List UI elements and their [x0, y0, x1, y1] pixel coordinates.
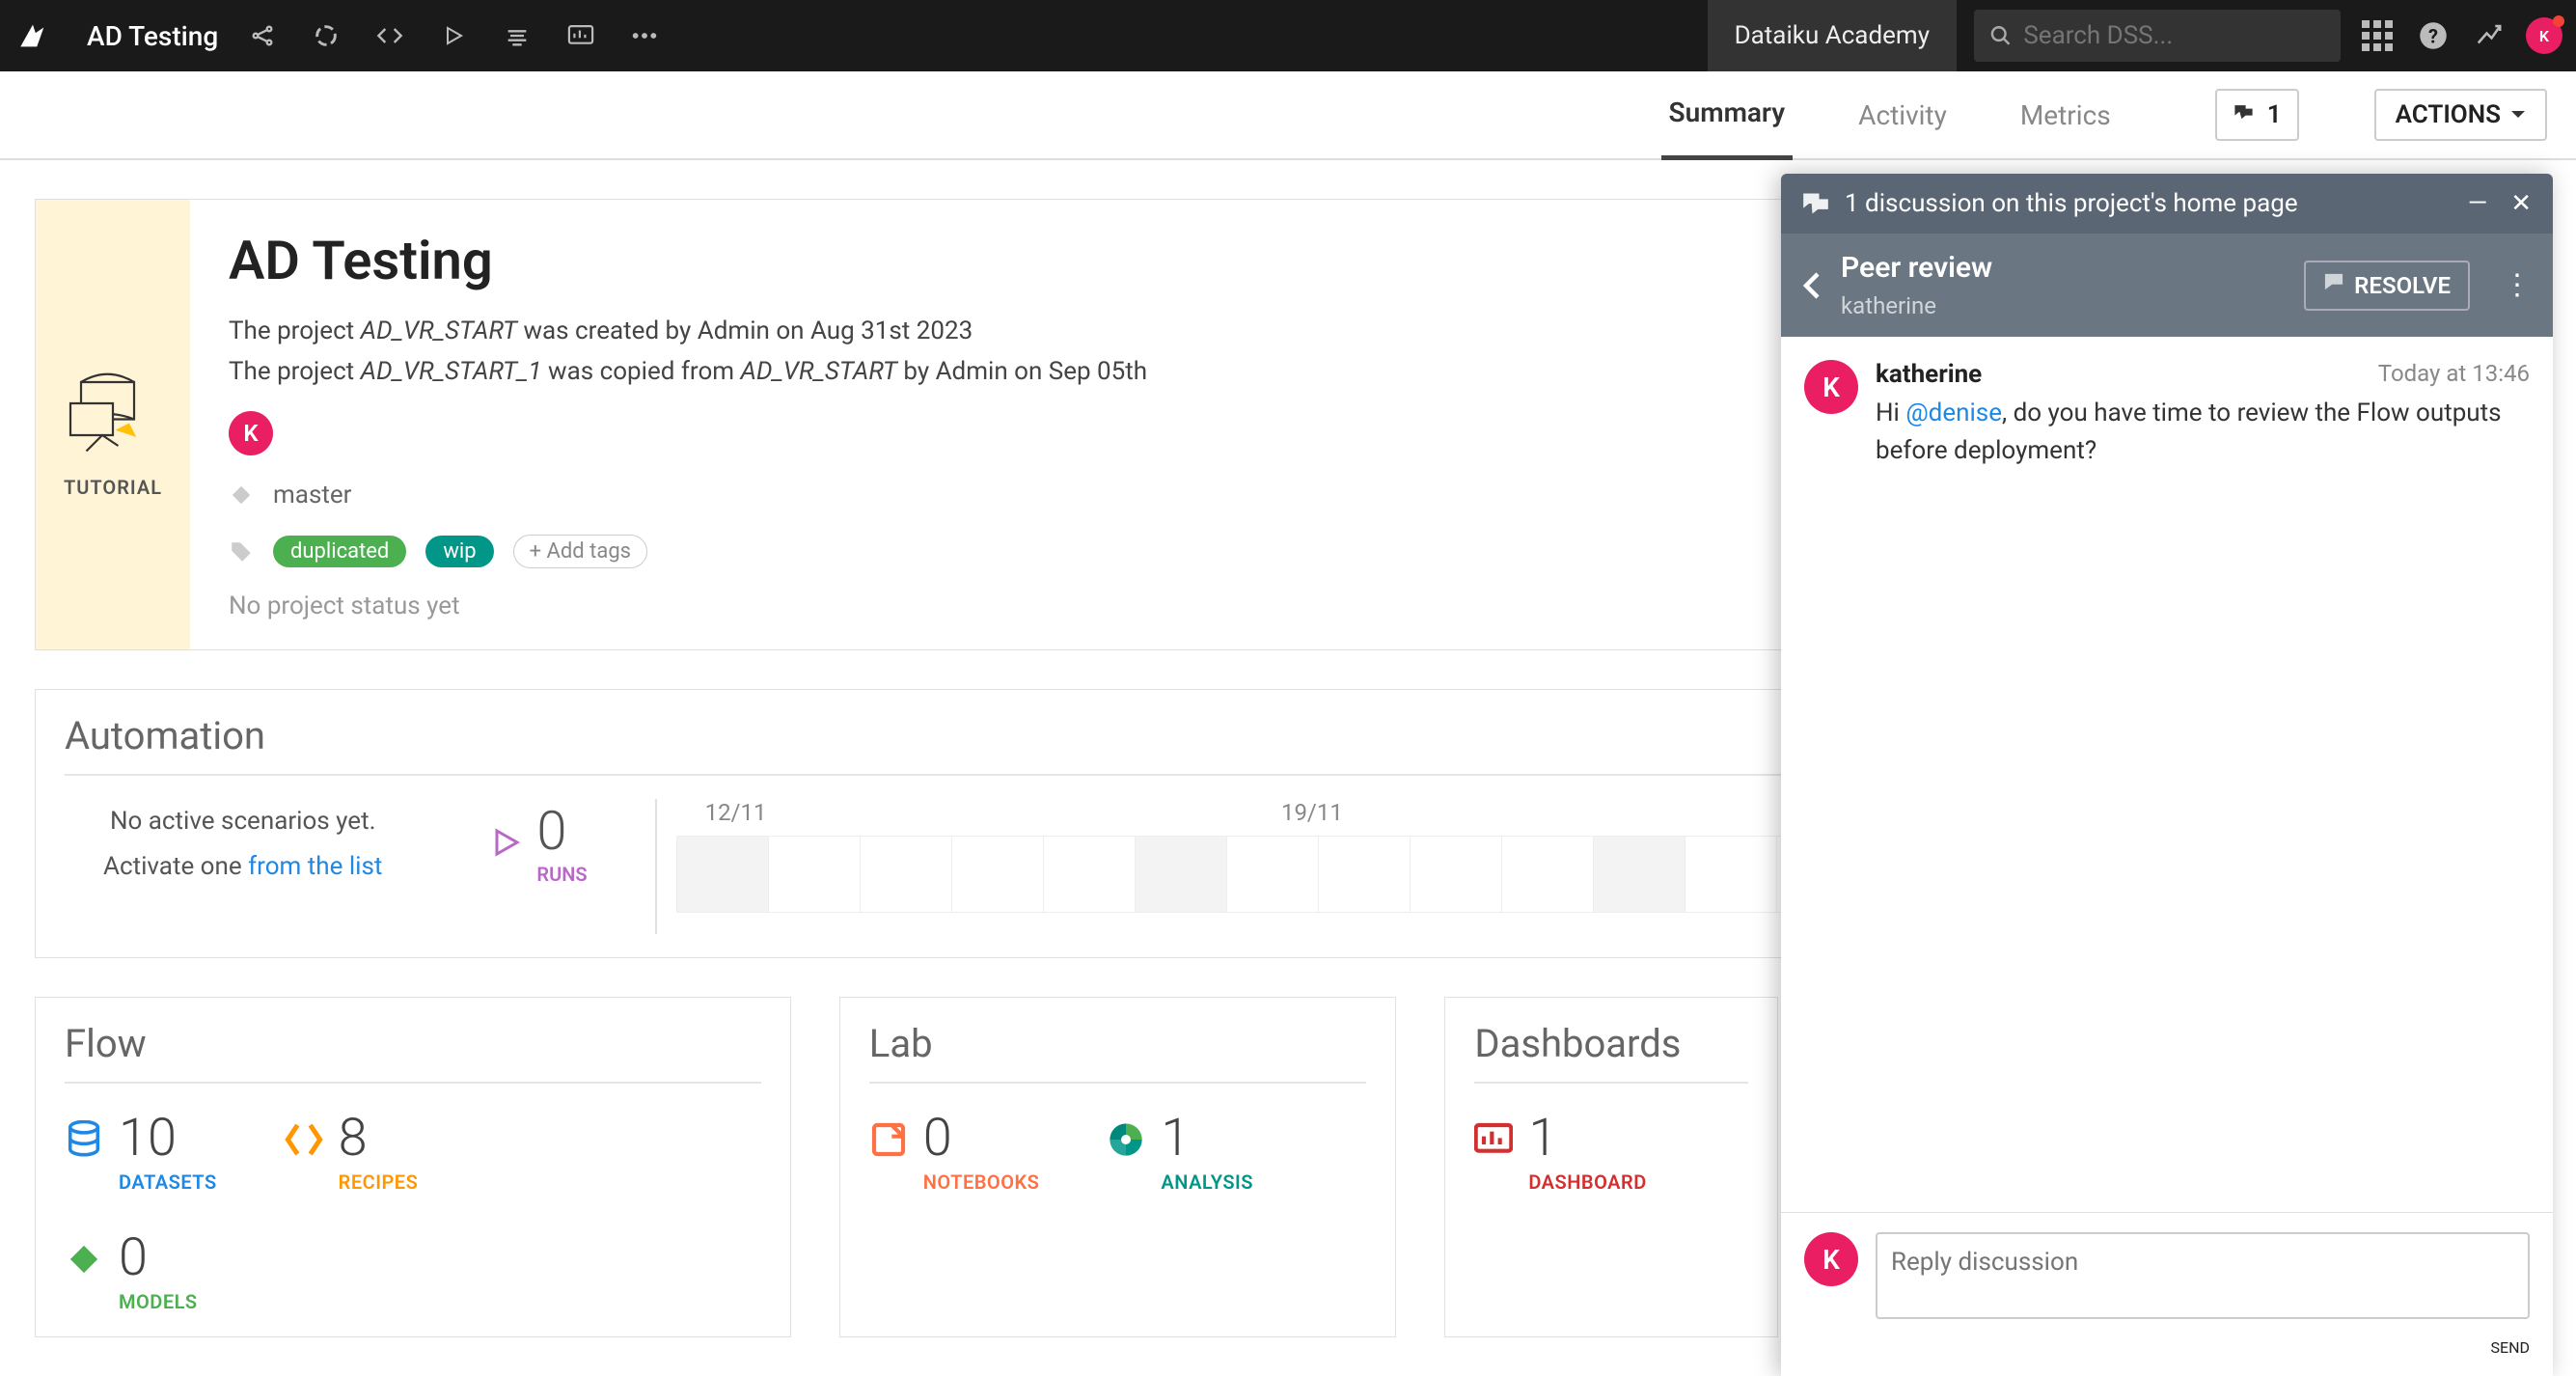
- discussion-title: 1 discussion on this project's home page: [1845, 189, 2298, 218]
- lab-panel: Lab 0NOTEBOOKS 1ANALYSIS: [839, 997, 1397, 1337]
- dashboards-heading: Dashboards: [1474, 1021, 1748, 1084]
- datasets-icon: [65, 1120, 103, 1159]
- dataiku-logo-icon[interactable]: [14, 16, 52, 55]
- tab-activity[interactable]: Activity: [1850, 72, 1955, 158]
- apps-icon[interactable]: [2358, 16, 2397, 55]
- play-outline-icon: [488, 825, 523, 860]
- send-button[interactable]: SEND: [2490, 1338, 2530, 1357]
- user-avatar[interactable]: K: [2526, 17, 2562, 54]
- discussion-panel: 1 discussion on this project's home page…: [1781, 174, 2553, 1376]
- tag-icon: [229, 539, 254, 564]
- actions-button[interactable]: ACTIONS: [2374, 89, 2547, 141]
- chat-icon: [1802, 191, 1829, 216]
- from-list-link[interactable]: from the list: [248, 852, 382, 881]
- tag-wip[interactable]: wip: [425, 536, 493, 567]
- tags-row: duplicated wip + Add tags: [229, 535, 1981, 568]
- play-icon[interactable]: [434, 16, 473, 55]
- stat-notebooks[interactable]: 0NOTEBOOKS: [869, 1113, 1040, 1194]
- runs-counter: 0 RUNS: [459, 799, 616, 886]
- flow-icon[interactable]: [307, 16, 345, 55]
- code-icon[interactable]: [370, 16, 409, 55]
- svg-text:?: ?: [2428, 25, 2438, 48]
- add-tags-button[interactable]: + Add tags: [513, 535, 647, 568]
- more-icon[interactable]: [625, 16, 664, 55]
- recipes-icon: [285, 1120, 323, 1159]
- reply-area: K: [1781, 1212, 2553, 1338]
- project-status: No project status yet: [229, 592, 1981, 620]
- discussion-messages: K katherine Today at 13:46 Hi @denise, d…: [1781, 337, 2553, 1212]
- runs-number: 0: [536, 799, 587, 863]
- top-navbar: AD Testing Dataiku Academy ? K: [0, 0, 2576, 71]
- discussions-button[interactable]: 1: [2215, 89, 2299, 141]
- discussion-header: 1 discussion on this project's home page…: [1781, 174, 2553, 234]
- notebooks-icon: [869, 1120, 908, 1159]
- notification-dot-icon: [2553, 15, 2564, 27]
- global-search[interactable]: [1974, 10, 2341, 62]
- discussions-count: 1: [2267, 100, 2282, 129]
- project-name[interactable]: AD Testing: [87, 20, 218, 52]
- dashboards-panel: Dashboards 1DASHBOARD: [1444, 997, 1778, 1337]
- trend-icon[interactable]: [2470, 16, 2508, 55]
- project-description: The project AD_VR_START was created by A…: [229, 312, 1981, 392]
- flow-panel: Flow 10DATASETS 8RECIPES 0MODELS: [35, 997, 791, 1337]
- stack-icon[interactable]: [498, 16, 536, 55]
- branch-icon: [229, 482, 254, 508]
- thumbnail-label: TUTORIAL: [64, 476, 162, 499]
- message-text: Hi @denise, do you have time to review t…: [1876, 395, 2530, 470]
- tutorial-icon: [60, 350, 166, 456]
- share-icon[interactable]: [243, 16, 282, 55]
- avatar-initial: K: [2539, 27, 2549, 45]
- automation-empty-text: No active scenarios yet. Activate one fr…: [65, 799, 421, 890]
- academy-link[interactable]: Dataiku Academy: [1708, 0, 1957, 71]
- help-icon[interactable]: ?: [2414, 16, 2453, 55]
- my-avatar: K: [1804, 1232, 1858, 1286]
- stat-datasets[interactable]: 10DATASETS: [65, 1113, 217, 1194]
- message-avatar: K: [1804, 360, 1858, 414]
- message-time: Today at 13:46: [2378, 360, 2530, 389]
- chevron-down-icon: [2510, 110, 2526, 120]
- models-icon: [65, 1240, 103, 1279]
- search-input[interactable]: [2023, 21, 2325, 50]
- branch-row: master: [229, 481, 1981, 509]
- tab-metrics[interactable]: Metrics: [2013, 72, 2119, 158]
- flow-heading: Flow: [65, 1021, 761, 1084]
- kebab-icon[interactable]: ⋮: [2503, 268, 2532, 302]
- chat-icon: [2233, 103, 2258, 126]
- project-thumbnail: TUTORIAL: [36, 200, 190, 649]
- project-tabs-bar: Summary Activity Metrics 1 ACTIONS: [0, 71, 2576, 160]
- analysis-icon: [1107, 1120, 1145, 1159]
- owner-avatar[interactable]: K: [229, 411, 273, 455]
- dashboard-icon: [1474, 1120, 1513, 1159]
- timeline-date: 12/11: [705, 799, 767, 826]
- runs-label: RUNS: [536, 863, 587, 886]
- discussion-author: katherine: [1841, 292, 1992, 319]
- stat-models[interactable]: 0MODELS: [65, 1232, 761, 1313]
- stat-recipes[interactable]: 8RECIPES: [285, 1113, 419, 1194]
- tab-summary[interactable]: Summary: [1661, 69, 1794, 160]
- resolve-icon: [2323, 272, 2344, 291]
- resolve-button[interactable]: RESOLVE: [2304, 261, 2470, 311]
- timeline-date: 19/11: [1281, 799, 1343, 826]
- message-author: katherine: [1876, 360, 1982, 389]
- actions-label: ACTIONS: [2396, 100, 2501, 129]
- reply-input[interactable]: [1876, 1232, 2530, 1319]
- discussion-topic: Peer review: [1841, 251, 1992, 285]
- message: K katherine Today at 13:46 Hi @denise, d…: [1804, 360, 2530, 470]
- minimize-icon[interactable]: —: [2468, 189, 2487, 218]
- search-icon: [1989, 23, 2012, 48]
- lab-heading: Lab: [869, 1021, 1367, 1084]
- stat-dashboard[interactable]: 1DASHBOARD: [1474, 1113, 1646, 1194]
- dashboard-icon[interactable]: [562, 16, 600, 55]
- close-icon[interactable]: ✕: [2510, 189, 2532, 218]
- project-title: AD Testing: [229, 229, 1981, 292]
- discussion-topic-header: Peer review katherine RESOLVE ⋮: [1781, 234, 2553, 337]
- stat-analysis[interactable]: 1ANALYSIS: [1107, 1113, 1253, 1194]
- mention[interactable]: @denise: [1905, 399, 2002, 427]
- tag-duplicated[interactable]: duplicated: [273, 536, 406, 567]
- back-icon[interactable]: [1802, 271, 1822, 300]
- branch-name[interactable]: master: [273, 481, 351, 509]
- resolve-label: RESOLVE: [2354, 272, 2451, 299]
